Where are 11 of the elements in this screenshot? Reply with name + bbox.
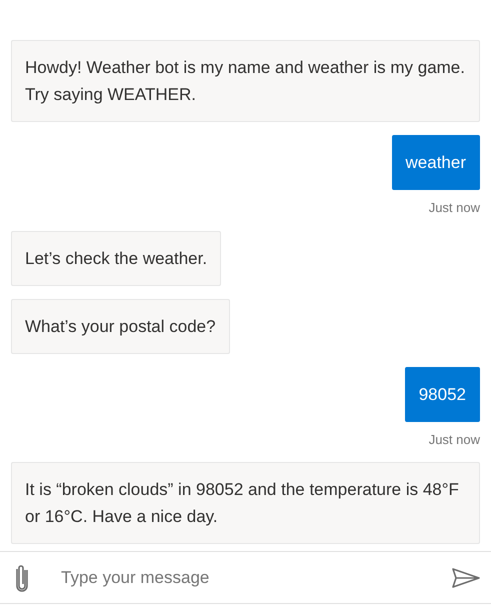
send-icon [452,568,480,588]
message-bubble: 98052 [404,366,480,422]
message-bubble: Howdy! Weather bot is my name and weather is my game. Try saying WEATHER. [11,40,480,122]
message-bubble: What’s your postal code? [11,298,230,354]
timestamp: Just now [428,430,480,448]
message-bubble: It is “broken clouds” in 98052 and the temperature is 48°F or 16°C. Have a nice day. [11,462,480,544]
timestamp: Just now [428,199,480,217]
message-input[interactable]: Type your message [44,552,441,603]
message-bubble: weather [392,135,480,190]
message-bubble: Let’s check the weather. [11,230,222,286]
paperclip-icon [15,564,29,592]
